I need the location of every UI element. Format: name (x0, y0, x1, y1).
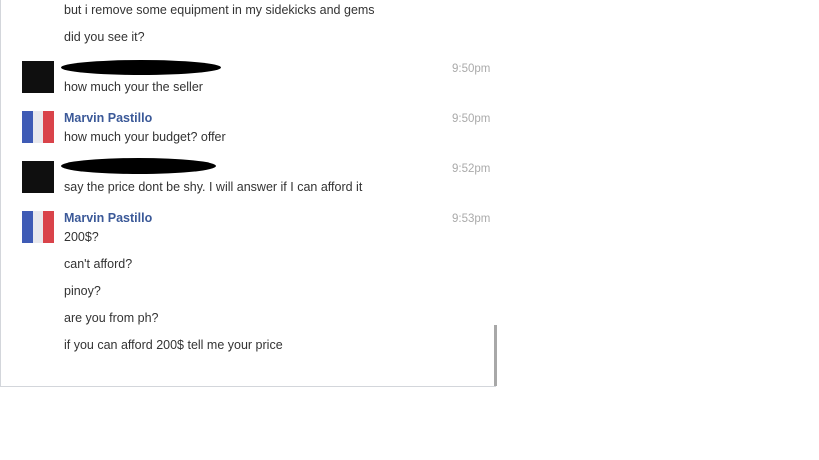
message-timestamp: 9:53pm (452, 213, 491, 225)
avatar[interactable] (22, 111, 54, 143)
redacted-sender-name (61, 60, 221, 75)
message-timestamp: 9:50pm (452, 113, 491, 125)
message-text: how much your the seller (64, 80, 203, 94)
scrollbar-thumb[interactable] (494, 325, 497, 386)
message-timestamp: 9:52pm (452, 163, 491, 175)
sender-name[interactable]: Marvin Pastillo (64, 211, 152, 225)
message-timestamp: 9:50pm (452, 63, 491, 75)
message-text: how much your budget? offer (64, 130, 226, 144)
redacted-sender-name (61, 158, 216, 174)
message-text: can't afford? (64, 257, 133, 271)
message-text: did you see it? (64, 30, 145, 44)
sender-name[interactable]: Marvin Pastillo (64, 111, 152, 125)
message-text: 200$? (64, 230, 99, 244)
avatar[interactable] (22, 161, 54, 193)
message-text: but i remove some equipment in my sideki… (64, 3, 375, 17)
avatar[interactable] (22, 211, 54, 243)
chat-panel: but i remove some equipment in my sideki… (0, 0, 497, 387)
avatar[interactable] (22, 61, 54, 93)
message-text: say the price dont be shy. I will answer… (64, 180, 363, 194)
message-text: if you can afford 200$ tell me your pric… (64, 338, 283, 352)
message-text: pinoy? (64, 284, 101, 298)
message-text: are you from ph? (64, 311, 159, 325)
